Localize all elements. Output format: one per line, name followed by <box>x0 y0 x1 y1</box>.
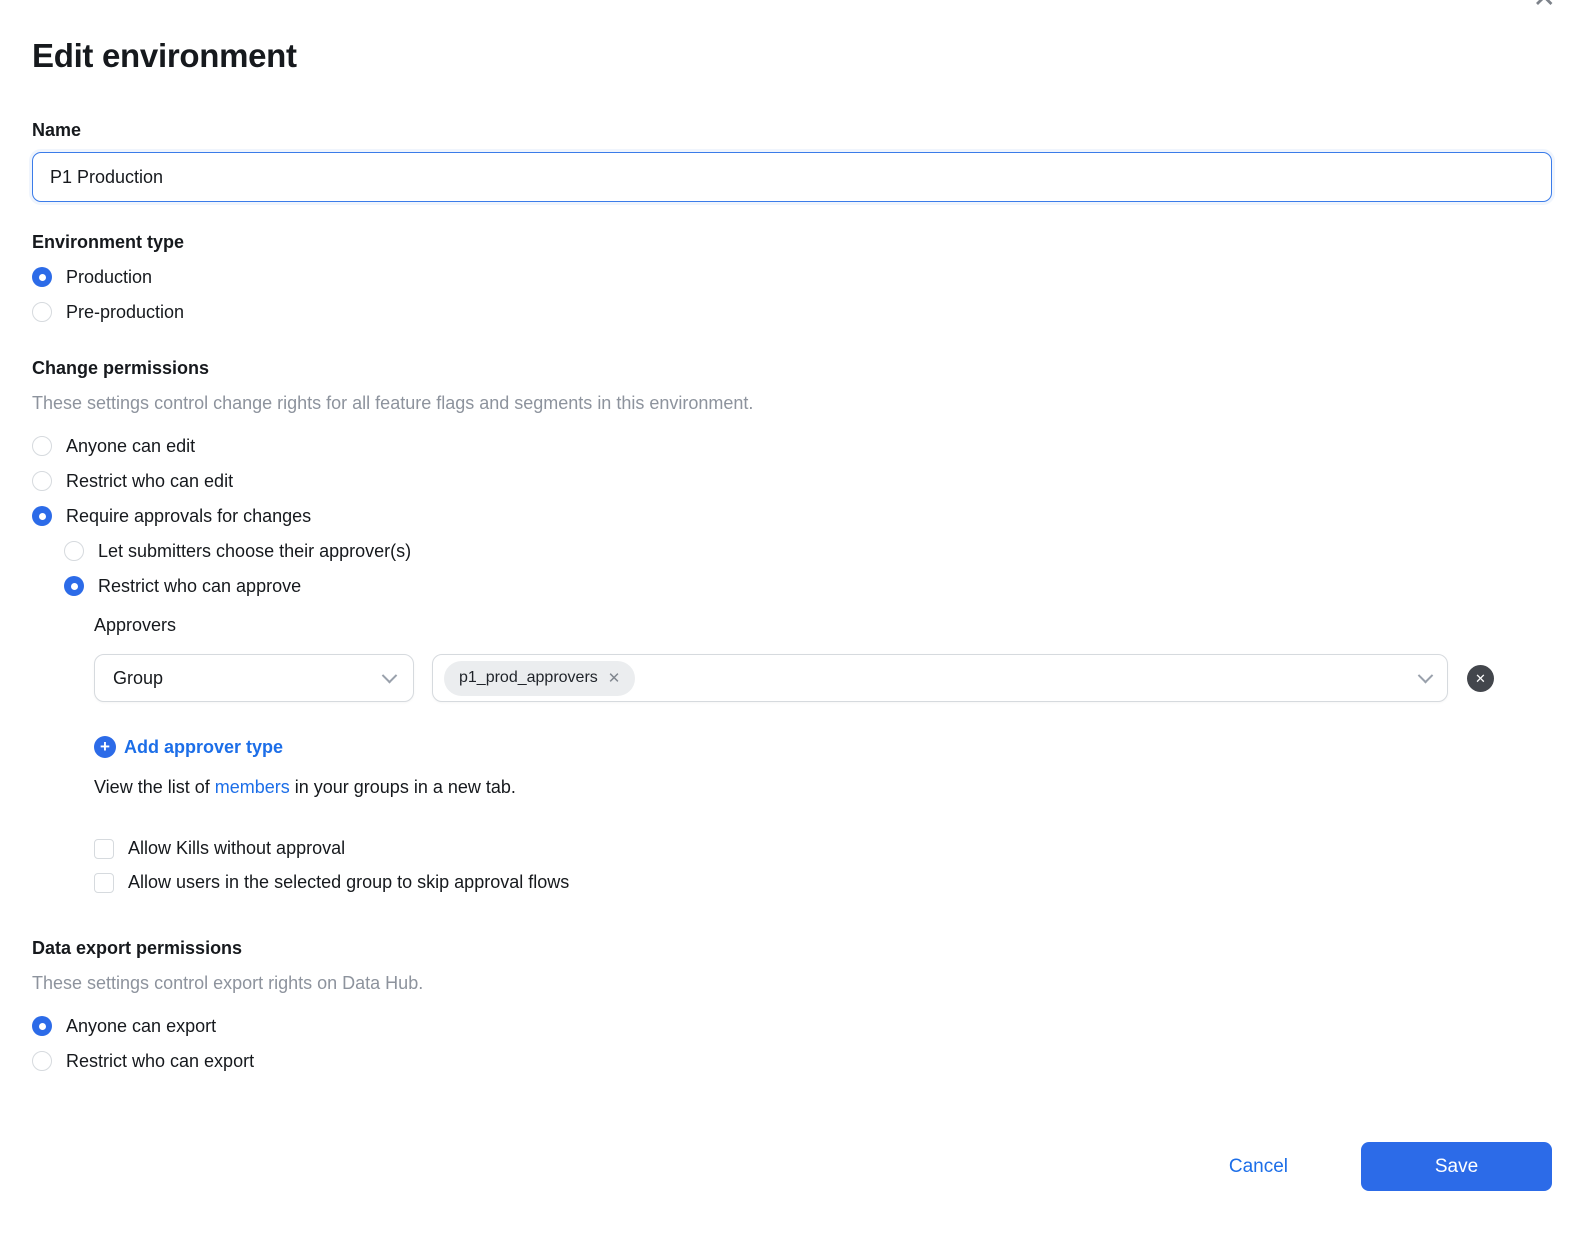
plus-icon: + <box>94 736 116 758</box>
approvers-label: Approvers <box>94 614 1552 636</box>
cancel-button[interactable]: Cancel <box>1229 1156 1288 1178</box>
radio-restrict-who-can-edit[interactable]: Restrict who can edit <box>32 470 1552 492</box>
radio-label: Restrict who can export <box>66 1051 254 1072</box>
edit-environment-dialog: ✕ Edit environment Name Environment type… <box>0 0 1584 1248</box>
page-title: Edit environment <box>32 0 1552 75</box>
radio-let-submitters-choose[interactable]: Let submitters choose their approver(s) <box>64 540 1552 562</box>
radio-label: Restrict who can approve <box>98 576 301 597</box>
checkbox-icon[interactable] <box>94 839 114 859</box>
members-sentence-pre: View the list of <box>94 777 215 797</box>
radio-icon[interactable] <box>32 1016 52 1036</box>
radio-icon[interactable] <box>32 267 52 287</box>
approver-type-value: Group <box>113 668 163 689</box>
radio-pre-production[interactable]: Pre-production <box>32 301 1552 323</box>
approver-type-select[interactable]: Group <box>94 654 414 702</box>
data-export-description: These settings control export rights on … <box>32 972 1552 994</box>
remove-approver-row-button[interactable]: ✕ <box>1467 665 1494 692</box>
approver-row: Group p1_prod_approvers ✕ ✕ <box>94 654 1552 702</box>
radio-icon[interactable] <box>32 302 52 322</box>
chevron-down-icon <box>382 667 398 683</box>
add-approver-type-label: Add approver type <box>124 737 283 758</box>
checkbox-icon[interactable] <box>94 873 114 893</box>
radio-label: Anyone can edit <box>66 436 195 457</box>
remove-tag-icon[interactable]: ✕ <box>608 671 621 686</box>
close-icon[interactable]: ✕ <box>1533 0 1556 12</box>
dialog-footer: Cancel Save <box>32 1142 1552 1191</box>
radio-label: Require approvals for changes <box>66 506 311 527</box>
approver-tag: p1_prod_approvers ✕ <box>444 661 635 696</box>
change-permissions-description: These settings control change rights for… <box>32 392 1552 414</box>
approvers-multiselect[interactable]: p1_prod_approvers ✕ <box>432 654 1448 702</box>
approver-tag-label: p1_prod_approvers <box>459 669 598 687</box>
change-permissions-label: Change permissions <box>32 358 1552 379</box>
radio-icon[interactable] <box>32 1051 52 1071</box>
radio-anyone-can-export[interactable]: Anyone can export <box>32 1015 1552 1037</box>
name-input[interactable] <box>32 152 1552 202</box>
environment-type-label: Environment type <box>32 232 1552 253</box>
radio-production[interactable]: Production <box>32 266 1552 288</box>
checkbox-skip-approval-flows[interactable]: Allow users in the selected group to ski… <box>94 871 1552 894</box>
radio-label: Production <box>66 267 152 288</box>
add-approver-type-button[interactable]: + Add approver type <box>94 736 1552 758</box>
data-export-permissions-label: Data export permissions <box>32 938 1552 959</box>
radio-label: Restrict who can edit <box>66 471 233 492</box>
radio-restrict-who-can-export[interactable]: Restrict who can export <box>32 1050 1552 1072</box>
checkbox-label: Allow users in the selected group to ski… <box>128 872 569 893</box>
save-button[interactable]: Save <box>1361 1142 1552 1191</box>
radio-label: Pre-production <box>66 302 184 323</box>
chevron-down-icon <box>1418 667 1434 683</box>
radio-icon[interactable] <box>64 576 84 596</box>
checkbox-label: Allow Kills without approval <box>128 838 345 859</box>
name-label: Name <box>32 120 1552 141</box>
radio-icon[interactable] <box>64 541 84 561</box>
radio-anyone-can-edit[interactable]: Anyone can edit <box>32 435 1552 457</box>
radio-require-approvals[interactable]: Require approvals for changes <box>32 505 1552 527</box>
radio-icon[interactable] <box>32 506 52 526</box>
radio-icon[interactable] <box>32 471 52 491</box>
checkbox-allow-kills[interactable]: Allow Kills without approval <box>94 837 1552 860</box>
members-link[interactable]: members <box>215 777 290 797</box>
members-sentence-post: in your groups in a new tab. <box>290 777 516 797</box>
radio-label: Anyone can export <box>66 1016 216 1037</box>
members-sentence: View the list of members in your groups … <box>94 776 1552 798</box>
radio-icon[interactable] <box>32 436 52 456</box>
radio-restrict-who-can-approve[interactable]: Restrict who can approve <box>64 575 1552 597</box>
radio-label: Let submitters choose their approver(s) <box>98 541 411 562</box>
